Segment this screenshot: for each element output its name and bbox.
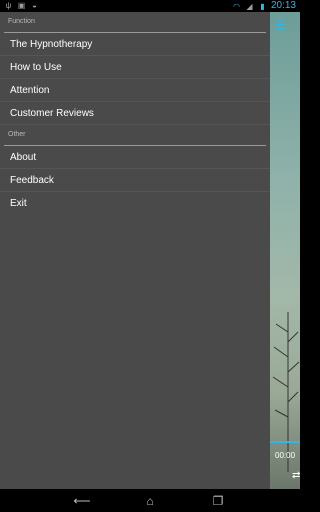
section-header-other: Other [8, 131, 26, 138]
tree-image [272, 312, 300, 472]
home-icon[interactable]: ⌂ [139, 494, 161, 508]
drawer-item-hypnotherapy[interactable]: The Hypnotherapy [0, 33, 270, 56]
wifi-icon: ◠ [232, 1, 240, 11]
drawer-item-attention[interactable]: Attention [0, 79, 270, 102]
status-time: 20:13 [270, 0, 296, 11]
drawer-item-exit[interactable]: Exit [0, 192, 270, 215]
recent-apps-icon[interactable]: ❐ [207, 494, 229, 508]
usb-icon: ψ [5, 1, 12, 10]
seek-bar[interactable] [270, 441, 300, 443]
battery-icon: ▮ [260, 1, 265, 11]
navigation-drawer: Function The Hypnotherapy How to Use Att… [0, 12, 270, 489]
elapsed-time: 00:00 [275, 451, 296, 460]
image-icon: ▣ [17, 1, 26, 10]
repeat-icon[interactable]: ⇄ [292, 470, 300, 481]
drawer-item-how-to-use[interactable]: How to Use [0, 56, 270, 79]
android-icon: ◒ [32, 1, 37, 10]
signal-icon: ◢ [246, 1, 253, 11]
menu-icon[interactable]: ☰ [275, 18, 286, 32]
drawer-item-about[interactable]: About [0, 146, 270, 169]
section-header-function: Function [8, 18, 35, 25]
status-bar: ψ ▣ ◒ ◠ ◢ ▮ 20:13 [0, 0, 300, 12]
drawer-item-feedback[interactable]: Feedback [0, 169, 270, 192]
drawer-item-customer-reviews[interactable]: Customer Reviews [0, 102, 270, 125]
back-icon[interactable]: ⟵ [71, 494, 93, 508]
system-nav-bar: ⟵ ⌂ ❐ [0, 489, 300, 512]
